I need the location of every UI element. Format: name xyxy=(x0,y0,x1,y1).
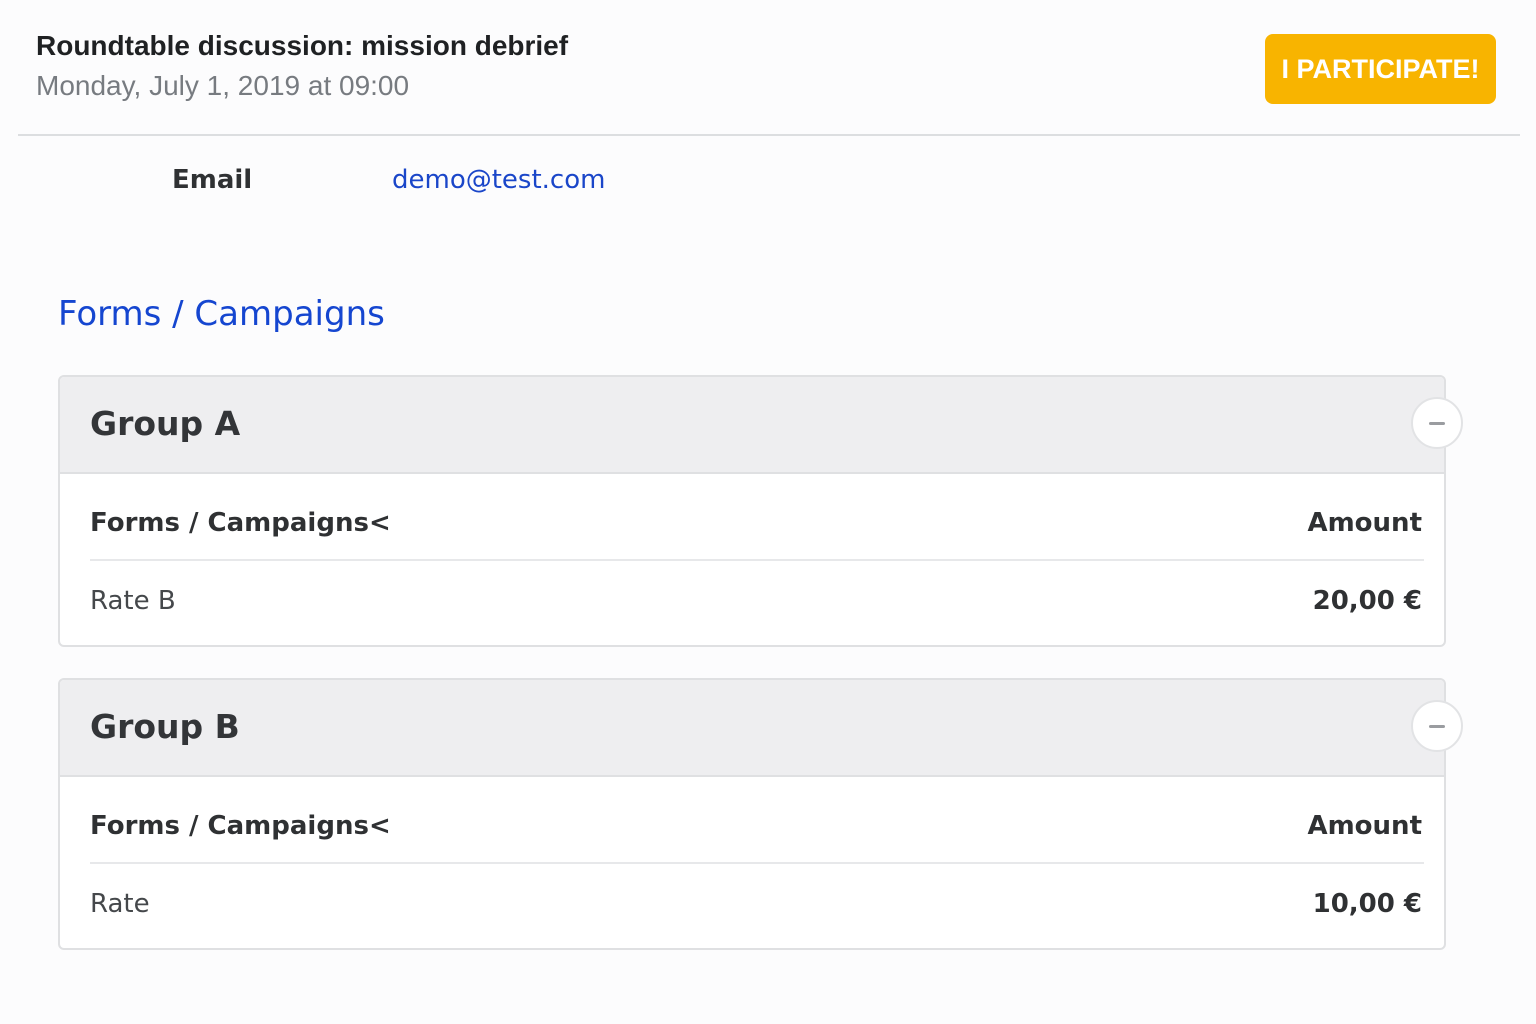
group-panel-a: Group A Forms / Campaigns< Amount Rate B… xyxy=(58,375,1463,647)
group-panel-b: Group B Forms / Campaigns< Amount Rate 1… xyxy=(58,678,1463,950)
event-title: Roundtable discussion: mission debrief xyxy=(36,30,569,61)
rate-name: Rate xyxy=(90,889,150,919)
column-header-name: Forms / Campaigns< xyxy=(90,508,391,538)
collapse-button[interactable] xyxy=(1411,397,1463,449)
group-name: Group A xyxy=(90,404,241,443)
row-divider xyxy=(90,559,1424,561)
rate-amount: 20,00 € xyxy=(1312,586,1422,616)
rate-amount: 10,00 € xyxy=(1312,889,1422,919)
minus-icon xyxy=(1429,421,1445,425)
email-label: Email xyxy=(172,165,253,195)
column-header-name: Forms / Campaigns< xyxy=(90,811,391,841)
group-header: Group A xyxy=(60,377,1444,474)
collapse-button[interactable] xyxy=(1411,700,1463,752)
rate-name: Rate B xyxy=(90,586,176,616)
group-name: Group B xyxy=(90,707,240,746)
minus-icon xyxy=(1429,724,1445,728)
column-header-amount: Amount xyxy=(1307,508,1422,538)
forms-campaigns-title: Forms / Campaigns xyxy=(58,294,385,334)
column-header-amount: Amount xyxy=(1307,811,1422,841)
email-link[interactable]: demo@test.com xyxy=(392,165,605,195)
event-date: Monday, July 1, 2019 at 09:00 xyxy=(36,70,410,101)
participate-button[interactable]: I PARTICIPATE! xyxy=(1265,34,1496,104)
event-header: Roundtable discussion: mission debrief M… xyxy=(18,0,1520,136)
row-divider xyxy=(90,862,1424,864)
group-header: Group B xyxy=(60,680,1444,777)
